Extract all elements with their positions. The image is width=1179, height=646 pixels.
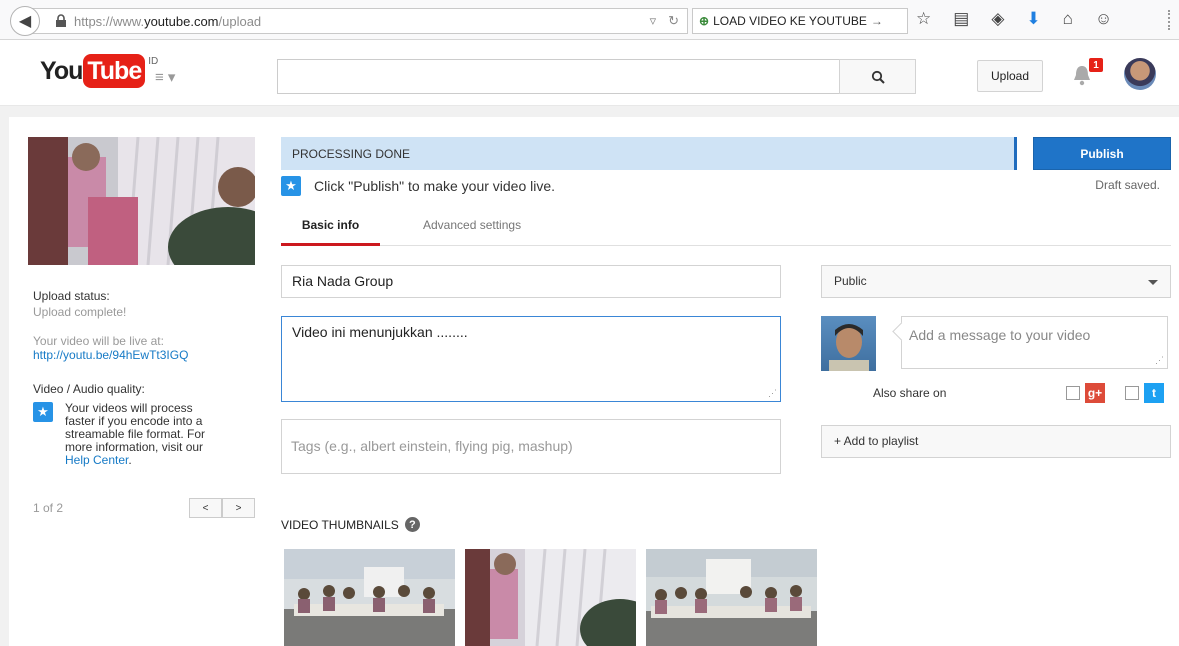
star-icon: ★	[281, 176, 301, 196]
channel-avatar	[821, 316, 876, 371]
video-preview[interactable]	[28, 137, 255, 265]
go-arrow-icon[interactable]: →	[871, 14, 883, 28]
quality-label: Video / Audio quality:	[33, 382, 145, 396]
upload-status-value: Upload complete!	[33, 305, 127, 319]
help-center-link[interactable]: Help Center	[65, 453, 128, 467]
url-text: https://www.youtube.com/upload	[74, 13, 262, 29]
thumbnails-title: VIDEO THUMBNAILS	[281, 517, 399, 532]
gplus-checkbox[interactable]	[1066, 386, 1080, 400]
page-gutter	[0, 117, 9, 646]
back-button[interactable]: ◀	[10, 6, 40, 36]
google-plus-icon: g+	[1085, 383, 1105, 403]
privacy-value: Public	[834, 274, 867, 288]
browser-search-text: LOAD VIDEO KE YOUTUBE	[713, 14, 867, 28]
chevron-down-icon	[1148, 280, 1158, 285]
publish-hint: ★ Click "Publish" to make your video liv…	[281, 176, 555, 196]
browser-toolbar: https://www.youtube.com/upload ▿ ↻ ◀ ⊕ L…	[0, 0, 1179, 40]
logo-tube: Tube	[83, 54, 146, 88]
processing-status-bar: PROCESSING DONE	[281, 137, 1017, 170]
video-link[interactable]: http://youtu.be/94hEwTt3IGQ	[33, 348, 258, 362]
search-button[interactable]	[839, 59, 916, 94]
guide-menu-icon[interactable]: ≡ ▾	[155, 68, 175, 86]
thumbnail-option-2[interactable]	[465, 549, 636, 646]
notification-badge: 1	[1089, 58, 1103, 72]
upload-status-label: Upload status:	[33, 289, 110, 303]
also-share-label: Also share on	[873, 386, 947, 400]
share-message-input[interactable]: Add a message to your video ⋰	[901, 316, 1168, 369]
logo-region: ID	[148, 56, 159, 67]
live-at-label: Your video will be live at:	[33, 334, 164, 348]
reading-list-icon[interactable]: ▤	[953, 9, 969, 29]
avatar[interactable]	[1124, 58, 1156, 90]
logo-you: You	[40, 57, 83, 85]
pocket-icon[interactable]: ◈	[991, 9, 1004, 29]
tab-bar: Basic info Advanced settings	[281, 204, 1171, 246]
download-icon[interactable]: ⬇	[1026, 9, 1040, 29]
upload-status-panel: Upload status: Upload complete! Your vid…	[33, 289, 258, 467]
youtube-logo[interactable]: You Tube ID	[40, 54, 158, 88]
video-preview-image	[28, 137, 255, 265]
video-thumbnails-header: VIDEO THUMBNAILS ?	[281, 517, 420, 532]
draft-saved-text: Draft saved.	[1095, 178, 1160, 192]
tab-advanced-settings[interactable]: Advanced settings	[423, 218, 521, 232]
tags-input[interactable]: Tags (e.g., albert einstein, flying pig,…	[281, 419, 781, 474]
title-input[interactable]: Ria Nada Group	[281, 265, 781, 298]
share-message-placeholder: Add a message to your video	[909, 327, 1091, 343]
privacy-select[interactable]: Public	[821, 265, 1171, 298]
prev-button[interactable]: <	[189, 498, 222, 518]
description-text: Video ini menunjukkan ........	[292, 324, 468, 340]
resize-handle-icon[interactable]: ⋰	[1155, 355, 1164, 366]
upload-button[interactable]: Upload	[977, 60, 1043, 92]
publish-button[interactable]: Publish	[1033, 137, 1171, 170]
arrow-left-icon: ◀	[18, 13, 32, 30]
chat-icon[interactable]: ☺	[1095, 9, 1112, 29]
dropdown-arrow-icon[interactable]: ▿	[650, 13, 657, 29]
publish-hint-text: Click "Publish" to make your video live.	[314, 178, 556, 194]
thumbnail-option-1[interactable]	[284, 549, 455, 646]
quality-note: Your videos will process faster if you e…	[65, 401, 206, 467]
search-input[interactable]	[277, 59, 840, 94]
tab-basic-info[interactable]: Basic info	[281, 218, 380, 246]
twitter-icon: t	[1144, 383, 1164, 403]
star-icon: ★	[33, 402, 53, 422]
resize-handle-icon[interactable]: ⋰	[768, 388, 777, 399]
search-engine-icon: ⊕	[699, 14, 710, 28]
search-icon	[871, 70, 885, 84]
youtube-header: You Tube ID ≡ ▾ Upload 1	[0, 40, 1179, 106]
next-button[interactable]: >	[222, 498, 255, 518]
description-textarea[interactable]: Video ini menunjukkan ........ ⋰	[281, 316, 781, 402]
pager-text: 1 of 2	[33, 501, 64, 515]
browser-search-box[interactable]: ⊕ LOAD VIDEO KE YOUTUBE →	[692, 8, 908, 34]
bookmark-star-icon[interactable]: ☆	[916, 9, 931, 29]
reload-icon[interactable]: ↻	[668, 13, 679, 29]
menu-icon[interactable]	[1168, 10, 1170, 30]
twitter-checkbox[interactable]	[1125, 386, 1139, 400]
share-options: g+ t	[1066, 383, 1164, 403]
pager: 1 of 2 < >	[33, 498, 255, 518]
home-icon[interactable]: ⌂	[1063, 9, 1073, 29]
thumbnail-option-3[interactable]	[646, 549, 817, 646]
address-bar[interactable]: https://www.youtube.com/upload ▿ ↻	[30, 8, 688, 34]
help-icon[interactable]: ?	[404, 517, 420, 532]
lock-icon	[56, 14, 66, 27]
add-to-playlist-button[interactable]: + Add to playlist	[821, 425, 1171, 458]
